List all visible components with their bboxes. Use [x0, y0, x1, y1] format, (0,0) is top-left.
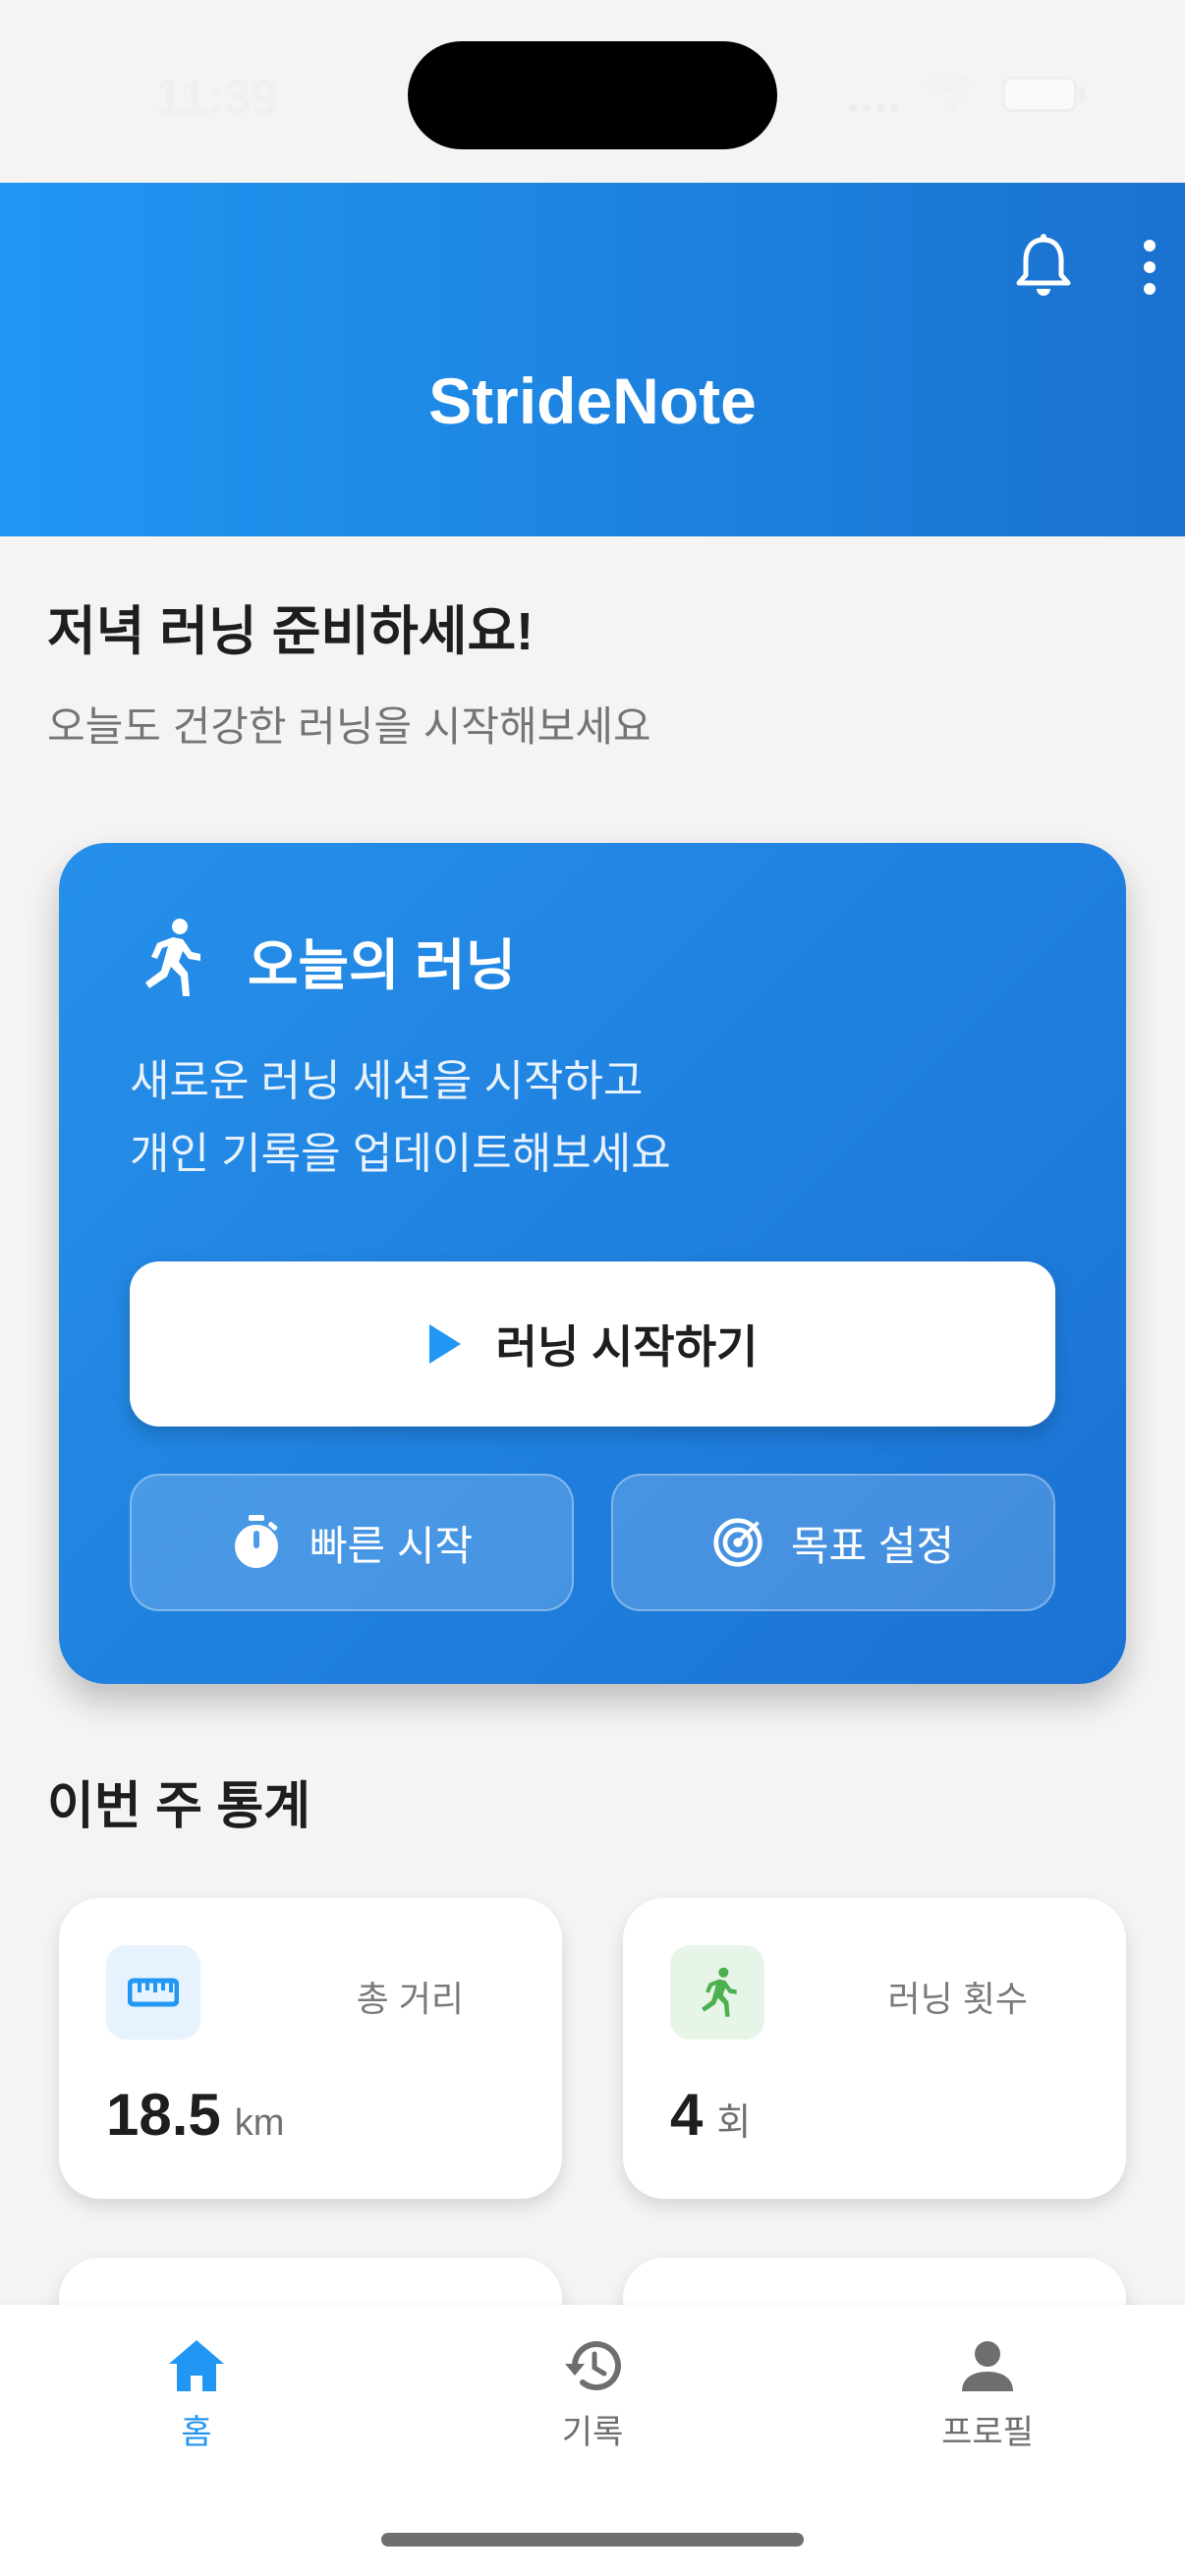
- home-icon: [169, 2340, 224, 2391]
- quick-start-label: 빠른 시작: [309, 1522, 474, 1569]
- status-time: 11:39: [155, 70, 279, 125]
- person-icon: [962, 2341, 1013, 2391]
- runner-icon: [702, 1967, 737, 2017]
- home-indicator: [381, 2533, 804, 2547]
- play-icon: [428, 1324, 461, 1364]
- hero-description: 새로운 러닝 세션을 시작하고 개인 기록을 업데이트해보세요: [130, 1045, 671, 1191]
- runner-icon: [145, 919, 200, 996]
- today-running-card: 오늘의 러닝 새로운 러닝 세션을 시작하고 개인 기록을 업데이트해보세요 러…: [59, 843, 1126, 1684]
- stat-label: 러닝 횟수: [887, 1979, 1028, 2019]
- goal-setting-button[interactable]: 목표 설정: [611, 1474, 1055, 1611]
- stat-unit: 회: [716, 2102, 752, 2144]
- hero-description-line: 개인 기록을 업데이트해보세요: [130, 1130, 671, 1178]
- battery-tip: [1079, 86, 1085, 102]
- app-header: StrideNote: [0, 183, 1185, 536]
- status-bar: 11:39: [0, 0, 1185, 183]
- greeting-title: 저녁 러닝 준비하세요!: [47, 602, 535, 661]
- ruler-icon: [128, 1978, 179, 2007]
- nav-label: 기록: [561, 2414, 624, 2451]
- bell-icon[interactable]: [1014, 234, 1073, 299]
- nav-label: 홈: [181, 2414, 212, 2451]
- battery-icon: [1002, 77, 1077, 112]
- goal-setting-label: 목표 설정: [790, 1522, 955, 1569]
- nav-item-history[interactable]: 기록: [475, 2334, 710, 2462]
- stat-icon-box: [106, 1945, 200, 2040]
- stat-icon-box: [670, 1945, 764, 2040]
- start-running-label: 러닝 시작하기: [495, 1321, 759, 1372]
- stopwatch-icon: [234, 1515, 278, 1568]
- hero-title: 오늘의 러닝: [248, 934, 517, 996]
- weekly-stats-title: 이번 주 통계: [47, 1778, 311, 1835]
- more-vert-icon[interactable]: [1140, 238, 1159, 297]
- wifi-icon: [924, 73, 979, 112]
- nav-item-profile[interactable]: 프로필: [870, 2334, 1105, 2462]
- stat-value-row: 18.5 km: [106, 2081, 284, 2149]
- app-title: StrideNote: [428, 364, 757, 437]
- stat-card-run-count[interactable]: 러닝 횟수 4 회: [623, 1898, 1126, 2199]
- cellular-signal-icon: [849, 104, 898, 112]
- hero-description-line: 새로운 러닝 세션을 시작하고: [130, 1057, 644, 1105]
- nav-label: 프로필: [941, 2414, 1034, 2451]
- target-icon: [713, 1518, 762, 1567]
- stat-card-distance[interactable]: 총 거리 18.5 km: [59, 1898, 562, 2199]
- greeting-subtitle: 오늘도 건강한 러닝을 시작해보세요: [47, 703, 651, 750]
- stat-value-row: 4 회: [670, 2081, 751, 2149]
- stat-unit: km: [234, 2102, 285, 2144]
- quick-start-button[interactable]: 빠른 시작: [130, 1474, 574, 1611]
- nav-item-home[interactable]: 홈: [79, 2334, 314, 2462]
- history-icon: [565, 2341, 621, 2391]
- stat-label: 총 거리: [356, 1979, 464, 2019]
- dynamic-island: [408, 41, 777, 149]
- start-running-button[interactable]: 러닝 시작하기: [130, 1261, 1055, 1427]
- stat-value: 4: [670, 2082, 704, 2148]
- stat-value: 18.5: [106, 2082, 221, 2148]
